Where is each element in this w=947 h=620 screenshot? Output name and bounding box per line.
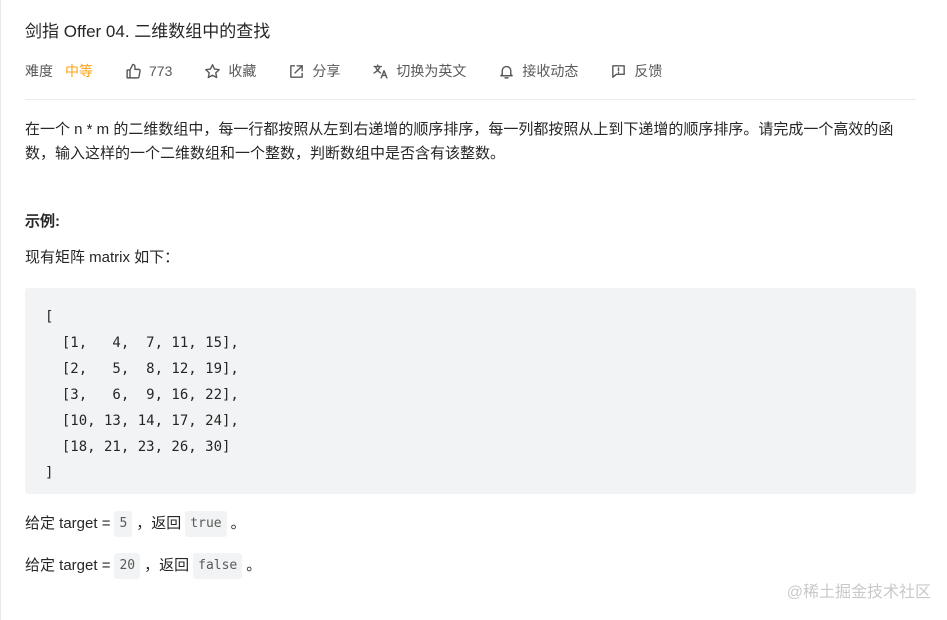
target-value: 5 (114, 511, 133, 537)
bell-icon (498, 63, 515, 80)
example-case-1: 给定 target = 5 ，返回 true 。 (25, 511, 916, 537)
problem-panel: 剑指 Offer 04. 二维数组中的查找 难度 中等 773 收藏 分享 切换… (25, 0, 916, 579)
feedback-label: 反馈 (634, 63, 663, 79)
share-label: 分享 (312, 63, 341, 79)
code-line: [2, 5, 8, 12, 19], (45, 361, 239, 377)
difficulty-label: 难度 (25, 63, 53, 79)
case-suffix: 。 (230, 515, 246, 532)
code-line: ] (45, 465, 54, 481)
code-line: [ (45, 309, 54, 325)
problem-meta-bar: 难度 中等 773 收藏 分享 切换为英文 接收动态 反馈 (25, 59, 916, 83)
example-heading: 示例: (25, 213, 60, 230)
problem-title: 剑指 Offer 04. 二维数组中的查找 (25, 22, 271, 41)
code-line: [18, 21, 23, 26, 30] (45, 439, 231, 455)
code-line: [1, 4, 7, 11, 15], (45, 335, 239, 351)
share-icon (288, 63, 305, 80)
watermark: @稀土掘金技术社区 (786, 584, 931, 601)
difficulty-badge: 中等 (65, 63, 93, 79)
favorite-label: 收藏 (228, 63, 257, 79)
code-line: [3, 6, 9, 16, 22], (45, 387, 239, 403)
header-divider (25, 99, 916, 100)
case-middle: ，返回 (144, 557, 190, 574)
favorite-button[interactable]: 收藏 (204, 61, 256, 81)
thumbs-up-icon (125, 63, 142, 80)
case-suffix: 。 (246, 557, 262, 574)
like-count: 773 (149, 63, 173, 79)
like-button[interactable]: 773 (125, 63, 172, 80)
star-icon (204, 63, 221, 80)
result-value: false (193, 553, 243, 579)
case-prefix: 给定 target = (25, 557, 111, 574)
translate-button[interactable]: 切换为英文 (372, 61, 466, 81)
feedback-icon (610, 63, 627, 80)
case-middle: ，返回 (136, 515, 182, 532)
left-border (0, 0, 1, 620)
example-intro: 现有矩阵 matrix 如下： (25, 249, 180, 266)
code-line: [10, 13, 14, 17, 24], (45, 413, 239, 429)
notify-label: 接收动态 (522, 63, 579, 79)
translate-icon (372, 63, 389, 80)
feedback-button[interactable]: 反馈 (610, 61, 662, 81)
result-value: true (185, 511, 227, 537)
share-button[interactable]: 分享 (288, 61, 340, 81)
translate-label: 切换为英文 (396, 63, 467, 79)
notify-button[interactable]: 接收动态 (498, 61, 578, 81)
problem-description: 在一个 n * m 的二维数组中，每一行都按照从左到右递增的顺序排序，每一列都按… (25, 121, 894, 162)
matrix-code-block: [ [1, 4, 7, 11, 15], [2, 5, 8, 12, 19], … (25, 288, 916, 494)
target-value: 20 (114, 553, 141, 579)
example-case-2: 给定 target = 20 ，返回 false 。 (25, 553, 916, 579)
case-prefix: 给定 target = (25, 515, 111, 532)
